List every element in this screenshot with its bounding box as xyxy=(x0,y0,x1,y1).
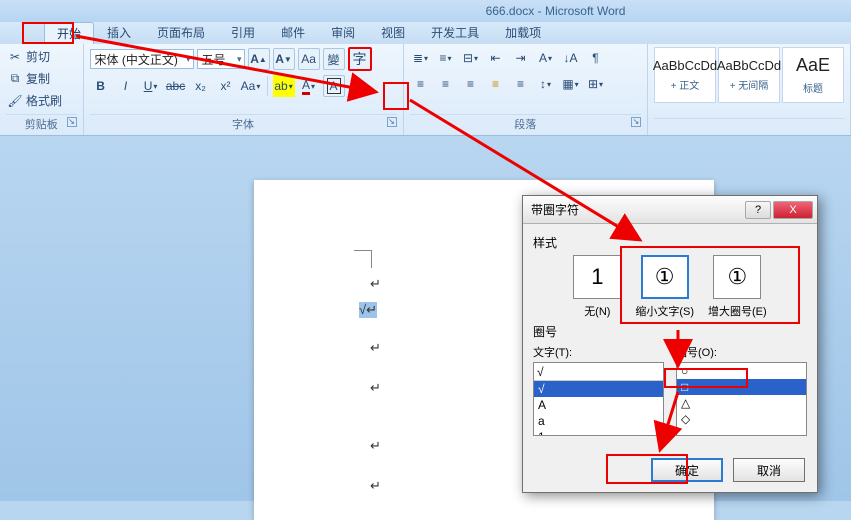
tab-layout[interactable]: 页面布局 xyxy=(144,21,218,44)
multilevel-button[interactable]: ⊟ xyxy=(460,47,482,69)
align-center-button[interactable]: ≡ xyxy=(435,73,457,95)
show-marks-button[interactable]: ¶ xyxy=(585,47,607,69)
tab-insert[interactable]: 插入 xyxy=(94,21,144,44)
brush-icon: 🖌 xyxy=(8,94,22,108)
ring-list-label: 圈号(O): xyxy=(676,344,807,360)
borders-button[interactable]: ⊞ xyxy=(585,73,607,95)
dialog-titlebar[interactable]: 带圈字符 ? X xyxy=(523,196,817,224)
group-label-paragraph: 段落↘ xyxy=(410,114,641,133)
ring-section-label: 圈号 xyxy=(533,323,807,340)
char-border-button[interactable]: A xyxy=(323,75,345,97)
group-clipboard: ✂剪切 ⧉复制 🖌格式刷 剪贴板↘ xyxy=(0,44,84,135)
sort-button[interactable]: ↓A xyxy=(560,47,582,69)
list-item[interactable]: 1 xyxy=(534,429,663,436)
font-size-combo[interactable]: 五号 xyxy=(197,49,245,69)
dialog-help-button[interactable]: ? xyxy=(745,201,771,219)
list-item[interactable]: ○ xyxy=(677,363,806,379)
list-item[interactable]: A xyxy=(534,397,663,413)
text-list-label: 文字(T): xyxy=(533,344,664,360)
scissors-icon: ✂ xyxy=(8,50,22,64)
office-button[interactable] xyxy=(4,24,38,44)
list-item[interactable]: √ xyxy=(534,381,663,397)
numbering-button[interactable]: ≡ xyxy=(435,47,457,69)
ribbon-tabs: 开始 插入 页面布局 引用 邮件 审阅 视图 开发工具 加载项 xyxy=(0,22,851,44)
tab-home[interactable]: 开始 xyxy=(44,22,94,44)
strike-button[interactable]: abc xyxy=(165,75,187,97)
list-item[interactable]: a xyxy=(534,413,663,429)
style-shrink-text[interactable]: ① 缩小文字(S) xyxy=(635,255,694,319)
align-left-button[interactable]: ≡ xyxy=(410,73,432,95)
title-bar: 666.docx - Microsoft Word xyxy=(0,0,851,22)
group-paragraph: ≣ ≡ ⊟ ⇤ ⇥ A ↓A ¶ ≡ ≡ ≡ ≡ ≡ ↕ ▦ ⊞ 段落↘ xyxy=(404,44,648,135)
phonetic-guide-button[interactable]: 變 xyxy=(323,48,345,70)
distribute-button[interactable]: ≡ xyxy=(510,73,532,95)
change-case-button[interactable]: Aa xyxy=(240,75,262,97)
bold-button[interactable]: B xyxy=(90,75,112,97)
style-nospacing[interactable]: AaBbCcDd+ 无间隔 xyxy=(718,47,780,103)
group-label-font: 字体↘ xyxy=(90,114,397,133)
margin-corner-icon xyxy=(354,250,372,268)
align-right-button[interactable]: ≡ xyxy=(460,73,482,95)
grow-font-button[interactable]: A▲ xyxy=(248,48,270,70)
subscript-button[interactable]: x₂ xyxy=(190,75,212,97)
ring-listbox[interactable]: ○ □ △ ◇ xyxy=(676,362,807,436)
font-family-combo[interactable]: 宋体 (中文正文) xyxy=(90,49,194,69)
selected-char: √↵ xyxy=(359,302,377,318)
group-styles: AaBbCcDd+ 正文 AaBbCcDd+ 无间隔 AaE标题 xyxy=(648,44,851,135)
cancel-button[interactable]: 取消 xyxy=(733,458,805,482)
indent-inc-button[interactable]: ⇥ xyxy=(510,47,532,69)
style-normal[interactable]: AaBbCcDd+ 正文 xyxy=(654,47,716,103)
tab-mail[interactable]: 邮件 xyxy=(268,21,318,44)
align-justify-button[interactable]: ≡ xyxy=(485,73,507,95)
text-input[interactable] xyxy=(534,363,663,381)
copy-button[interactable]: ⧉复制 xyxy=(6,69,77,88)
style-heading[interactable]: AaE标题 xyxy=(782,47,844,103)
style-section-label: 样式 xyxy=(533,234,807,251)
line-spacing-button[interactable]: ↕ xyxy=(535,73,557,95)
list-item[interactable]: △ xyxy=(677,395,806,411)
tab-references[interactable]: 引用 xyxy=(218,21,268,44)
italic-button[interactable]: I xyxy=(115,75,137,97)
cut-button[interactable]: ✂剪切 xyxy=(6,47,77,66)
tab-developer[interactable]: 开发工具 xyxy=(418,21,492,44)
font-launcher[interactable]: ↘ xyxy=(387,117,397,127)
paragraph-mark: ↵ xyxy=(370,438,381,454)
window-title: 666.docx - Microsoft Word xyxy=(486,4,626,18)
clipboard-launcher[interactable]: ↘ xyxy=(67,117,77,127)
asian-layout-button[interactable]: A xyxy=(535,47,557,69)
copy-icon: ⧉ xyxy=(8,72,22,86)
paragraph-launcher[interactable]: ↘ xyxy=(631,117,641,127)
style-enlarge-ring[interactable]: ① 增大圈号(E) xyxy=(708,255,767,319)
indent-dec-button[interactable]: ⇤ xyxy=(485,47,507,69)
font-color-button[interactable]: A xyxy=(298,75,320,97)
tab-review[interactable]: 审阅 xyxy=(318,21,368,44)
list-item[interactable]: ◇ xyxy=(677,411,806,427)
shading-button[interactable]: ▦ xyxy=(560,73,582,95)
list-item[interactable]: □ xyxy=(677,379,806,395)
paragraph-mark: ↵ xyxy=(370,340,381,356)
superscript-button[interactable]: x² xyxy=(215,75,237,97)
group-label-clipboard: 剪贴板↘ xyxy=(6,114,77,133)
highlight-color-button[interactable]: ab xyxy=(273,75,295,97)
bullets-button[interactable]: ≣ xyxy=(410,47,432,69)
format-painter-button[interactable]: 🖌格式刷 xyxy=(6,91,77,110)
group-font: 宋体 (中文正文) 五号 A▲ A▼ Aa 變 字 B I U abc x₂ x… xyxy=(84,44,404,135)
paragraph-mark: ↵ xyxy=(370,276,381,292)
tab-view[interactable]: 视图 xyxy=(368,21,418,44)
style-none[interactable]: 1 无(N) xyxy=(573,255,621,319)
shrink-font-button[interactable]: A▼ xyxy=(273,48,295,70)
ok-button[interactable]: 确定 xyxy=(651,458,723,482)
clear-format-button[interactable]: Aa xyxy=(298,48,320,70)
underline-button[interactable]: U xyxy=(140,75,162,97)
paragraph-mark: ↵ xyxy=(370,380,381,396)
ribbon: ✂剪切 ⧉复制 🖌格式刷 剪贴板↘ 宋体 (中文正文) 五号 A▲ A▼ Aa … xyxy=(0,44,851,136)
paragraph-mark: ↵ xyxy=(370,478,381,494)
enclose-dialog: 带圈字符 ? X 样式 1 无(N) ① 缩小文字(S) ① 增大圈号(E) 圈… xyxy=(522,195,818,493)
dialog-close-button[interactable]: X xyxy=(773,201,813,219)
dialog-title: 带圈字符 xyxy=(531,201,579,218)
tab-addins[interactable]: 加载项 xyxy=(492,21,554,44)
text-listbox[interactable]: √ A a 1 xyxy=(533,362,664,436)
enclose-character-button[interactable]: 字 xyxy=(348,47,372,71)
